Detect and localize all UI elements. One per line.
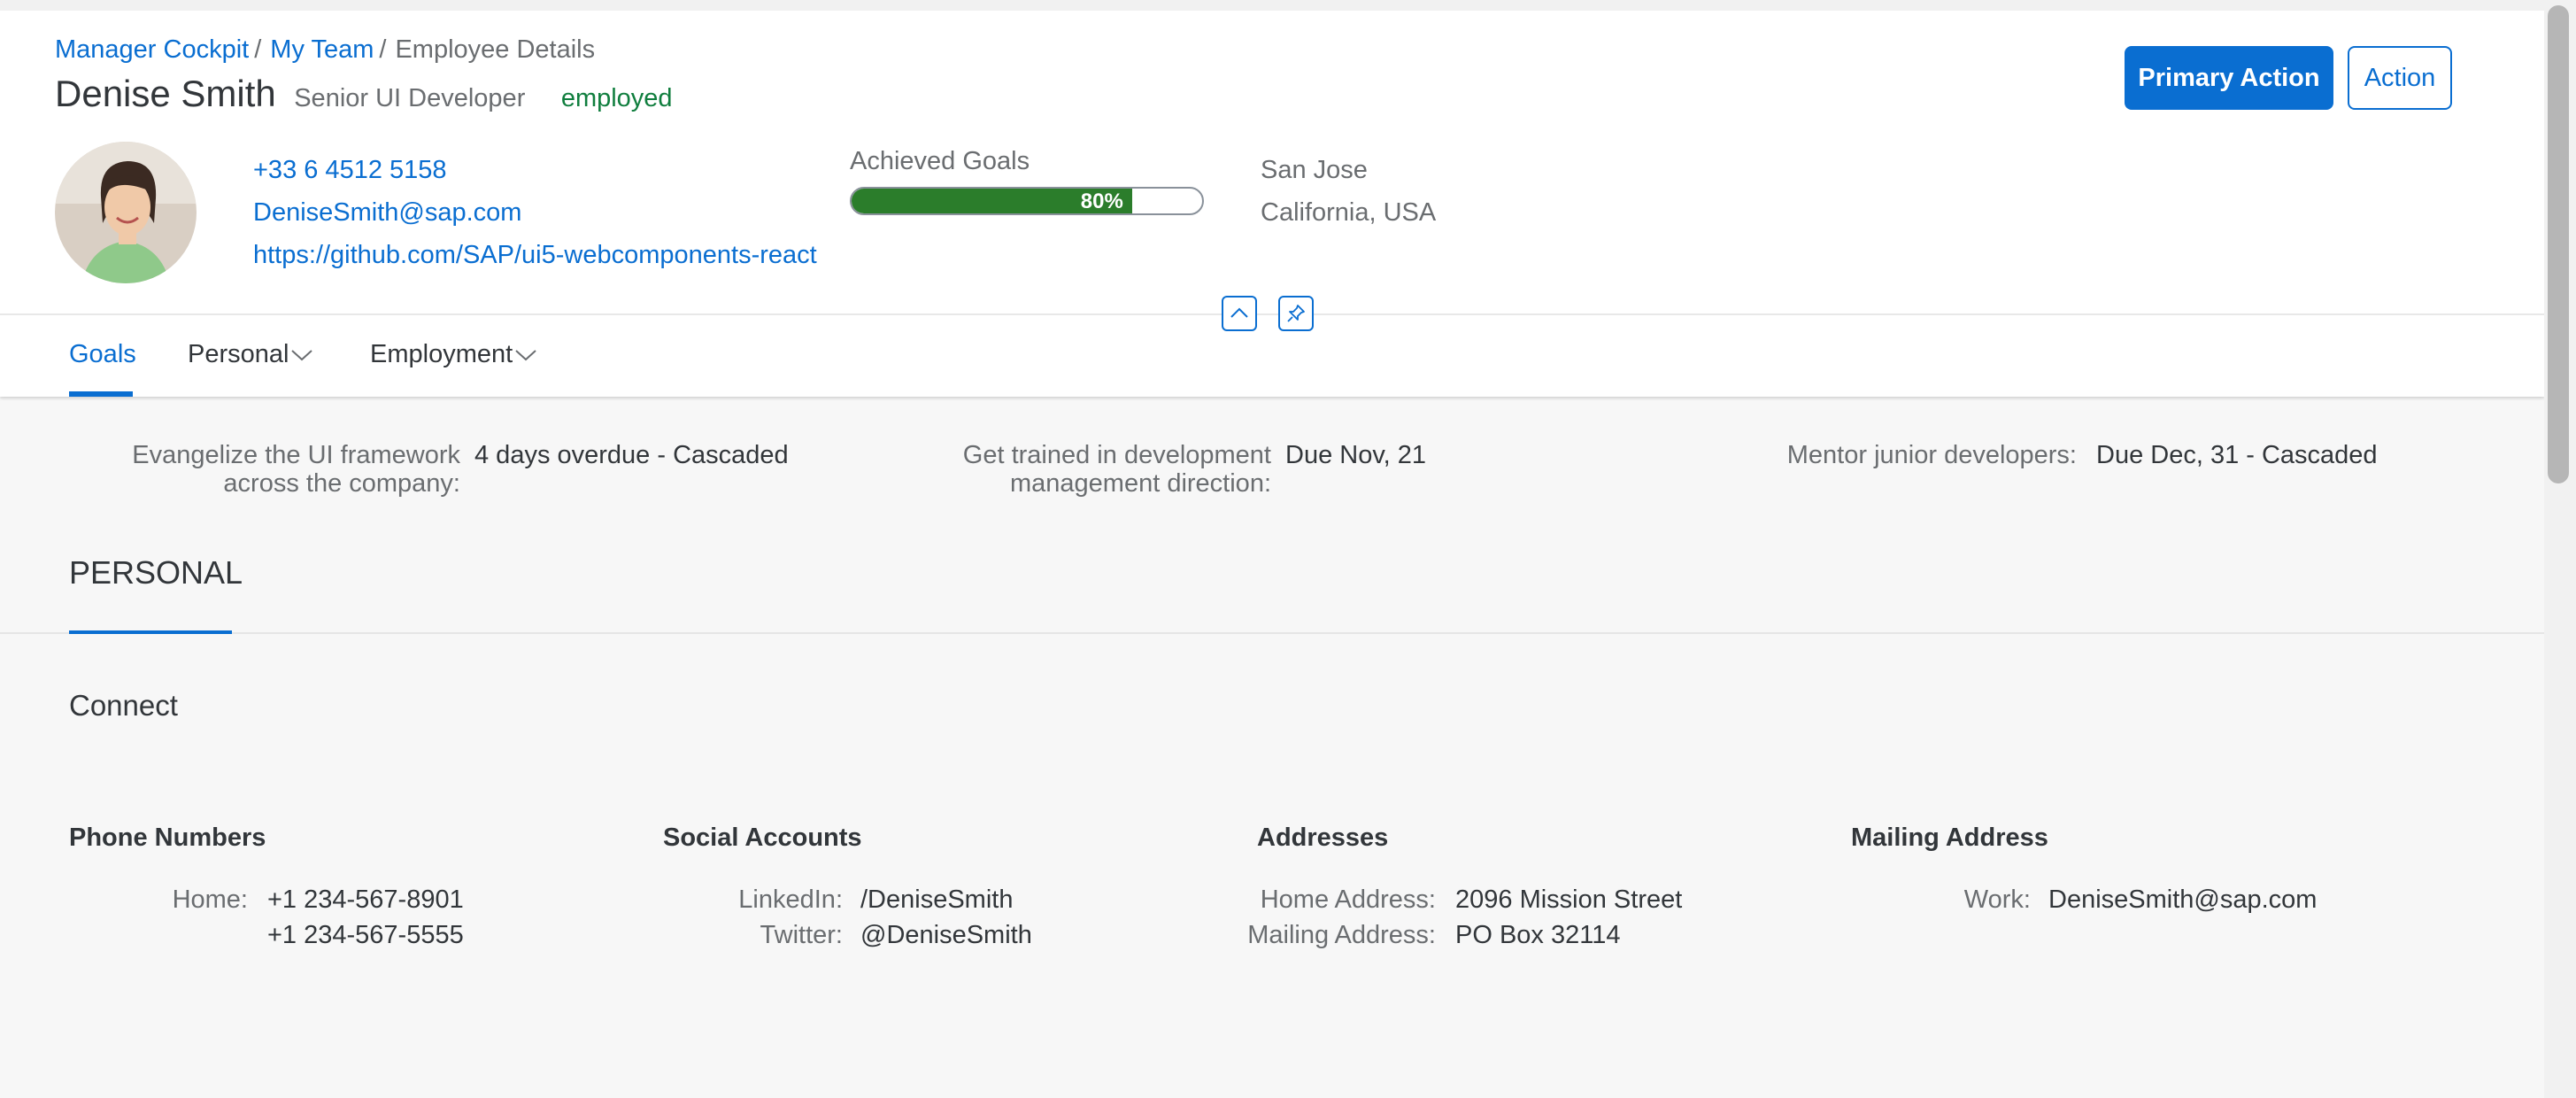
field-label-mailing-address: Mailing Address: [1247,921,1436,949]
chevron-up-icon [1230,307,1248,318]
avatar [55,142,197,283]
location-region: California, USA [1261,198,1437,227]
field-value-mailing-address: PO Box 32114 [1455,921,1621,949]
section-title-underline [69,630,232,634]
breadcrumb-current: Employee Details [395,35,596,64]
chevron-down-icon [515,350,536,361]
field-label-home: Home: [172,885,248,914]
field-value-phone: +1 234-567-8901 [267,885,464,914]
pin-header-button[interactable] [1278,296,1314,331]
goal-label: Evangelize the UI framework across the c… [132,441,460,498]
group-title-phone-numbers: Phone Numbers [69,824,266,852]
field-value-twitter: @DeniseSmith [860,921,1032,949]
breadcrumb-separator: / [254,35,262,64]
field-label-work: Work: [1963,885,2031,914]
breadcrumb-link-manager-cockpit[interactable]: Manager Cockpit [55,35,249,64]
achieved-goals-label: Achieved Goals [850,147,1030,175]
contact-links: +33 6 4512 5158 DeniseSmith@sap.com http… [253,149,817,276]
tab-employment[interactable]: Employment [370,340,537,369]
page-subtitle: Senior UI Developer [294,84,526,112]
progress-value-text: 80% [1080,189,1123,213]
location-city: San Jose [1261,156,1368,184]
primary-action-button[interactable]: Primary Action [2125,46,2333,110]
achieved-goals-kpi: Achieved Goals 80% [850,147,1204,215]
goal-value: Due Nov, 21 [1285,441,1427,469]
status-text: employed [560,84,673,112]
goal-label: Mentor junior developers: [1786,441,2077,469]
field-label-home-address: Home Address: [1260,885,1436,914]
goal-label: Get trained in development management di… [962,441,1271,498]
tab-personal-label: Personal [188,340,289,368]
pin-icon [1287,305,1305,322]
goal-value: Due Dec, 31 - Cascaded [2096,441,2378,469]
collapse-header-button[interactable] [1222,296,1257,331]
field-label-linkedin: LinkedIn: [738,885,843,914]
location-block: San Jose California, USA [1261,149,1436,234]
field-value-home-address: 2096 Mission Street [1455,885,1683,914]
person-photo-icon [55,142,197,283]
group-title-mailing-address: Mailing Address [1851,824,2048,852]
tab-goals[interactable]: Goals [69,340,136,369]
group-title-addresses: Addresses [1257,824,1389,852]
field-label-twitter: Twitter: [760,921,843,949]
action-button[interactable]: Action [2348,46,2452,110]
section-divider [0,632,2544,634]
breadcrumb-separator: / [379,35,387,64]
section-title-personal: PERSONAL [69,554,243,591]
github-link[interactable]: https://github.com/SAP/ui5-webcomponents… [253,234,817,276]
chevron-down-icon [291,350,313,361]
scrollbar-thumb[interactable] [2548,5,2569,483]
subsection-title-connect: Connect [69,689,178,722]
tab-personal[interactable]: Personal [188,340,313,369]
tab-goals-underline [69,391,133,397]
field-value-work-email: DeniseSmith@sap.com [2048,885,2318,914]
field-value-phone: +1 234-567-5555 [267,921,464,949]
tab-employment-label: Employment [370,340,513,368]
phone-link[interactable]: +33 6 4512 5158 [253,149,817,191]
field-value-linkedin: /DeniseSmith [860,885,1014,914]
page-title: Denise Smith [55,73,276,114]
breadcrumb-link-my-team[interactable]: My Team [270,35,374,64]
object-page-header: Manager Cockpit / My Team / Employee Details… [0,11,2544,315]
achieved-goals-progress-bar: 80% [850,187,1204,215]
email-link[interactable]: DeniseSmith@sap.com [253,191,817,234]
breadcrumb: Manager Cockpit / My Team / Employee Details [55,35,595,65]
tab-bar: Goals Personal Employment [0,315,2544,397]
title-row: Denise Smith Senior UI Developer employe… [55,73,673,115]
goal-value: 4 days overdue - Cascaded [474,441,789,469]
top-band [0,0,2576,11]
group-title-social-accounts: Social Accounts [663,824,862,852]
